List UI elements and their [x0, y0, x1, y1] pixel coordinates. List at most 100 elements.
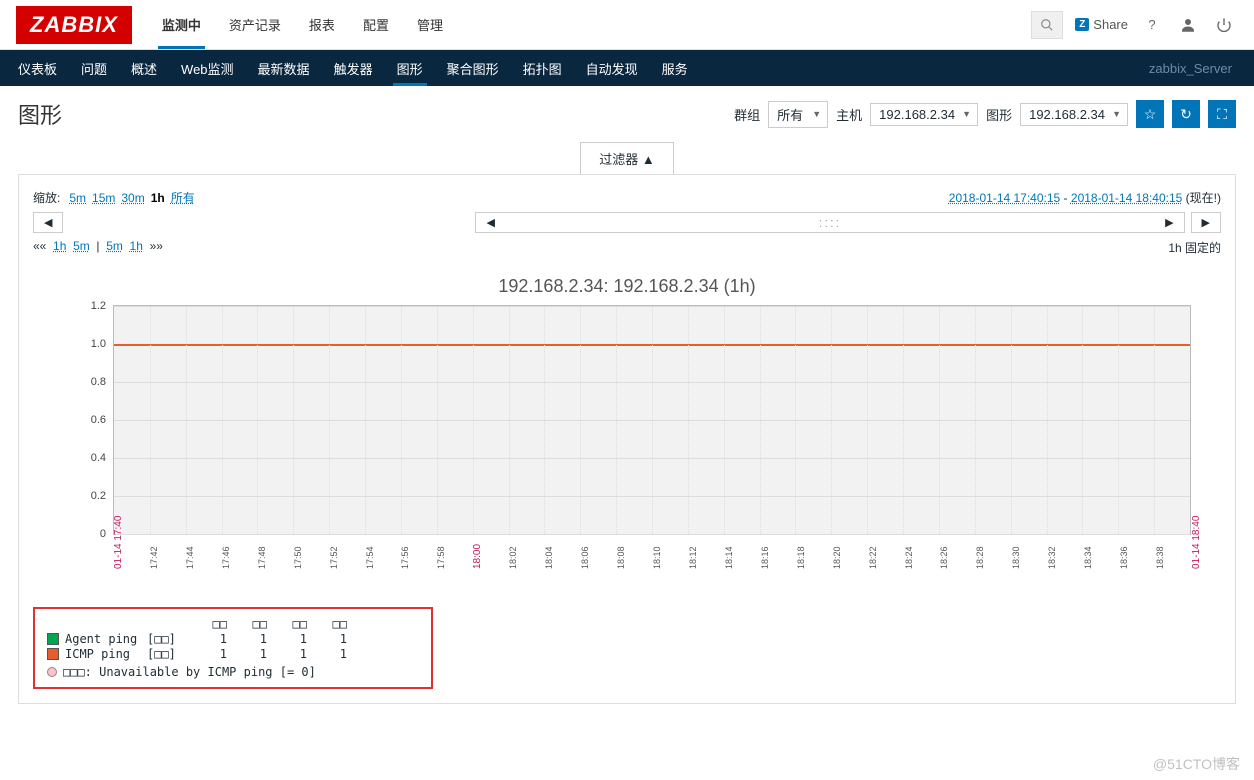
nav-next[interactable]: ▶: [1191, 212, 1221, 233]
group-label: 群组: [734, 105, 760, 124]
x-tick: 17:58: [436, 546, 446, 569]
help-icon[interactable]: ?: [1140, 13, 1164, 37]
x-tick: 18:28: [975, 546, 985, 569]
x-tick: 18:34: [1083, 546, 1093, 569]
sub-nav-4[interactable]: 最新数据: [246, 50, 322, 86]
x-tick: 18:22: [868, 546, 878, 569]
x-tick: 17:54: [365, 546, 375, 569]
x-tick: 18:30: [1011, 546, 1021, 569]
x-tick: 18:18: [796, 546, 806, 569]
slider-right[interactable]: ▶: [1155, 213, 1183, 232]
fullscreen-button[interactable]: ⛶: [1208, 100, 1236, 128]
zoom-1h[interactable]: 1h: [151, 191, 165, 205]
y-tick: 1.2: [91, 300, 114, 312]
legend-swatch: [47, 648, 59, 660]
x-boundary-end: 01-14 18:40: [1191, 516, 1202, 569]
nav-prev[interactable]: ◀: [33, 212, 63, 233]
main-nav-1[interactable]: 资产记录: [215, 0, 295, 49]
group-select[interactable]: 所有: [768, 101, 828, 128]
sub-nav-7[interactable]: 聚合图形: [435, 50, 511, 86]
y-tick: 0.4: [91, 452, 114, 464]
power-icon[interactable]: [1212, 13, 1236, 37]
legend-swatch: [47, 633, 59, 645]
sub-nav-2[interactable]: 概述: [119, 50, 169, 86]
step-back-1h[interactable]: 1h: [53, 239, 66, 253]
y-tick: 0.8: [91, 376, 114, 388]
chart-title: 192.168.2.34: 192.168.2.34 (1h): [33, 276, 1221, 297]
x-tick: 18:12: [688, 546, 698, 569]
fixed-label: 1h 固定的: [1168, 239, 1221, 256]
main-nav-4[interactable]: 管理: [403, 0, 457, 49]
zoom-5m[interactable]: 5m: [69, 191, 86, 205]
graph-select-label: 图形: [986, 105, 1012, 124]
step-fwd-1h[interactable]: 1h: [130, 239, 143, 253]
legend-row: ICMP ping[□□]1111: [47, 647, 419, 661]
x-tick: 17:44: [185, 546, 195, 569]
page-title: 图形: [18, 98, 62, 130]
sub-nav-10[interactable]: 服务: [650, 50, 700, 86]
x-tick: 17:46: [221, 546, 231, 569]
graph-select[interactable]: 192.168.2.34: [1020, 103, 1128, 126]
trigger-marker: [47, 667, 57, 677]
sub-nav-5[interactable]: 触发器: [322, 50, 385, 86]
zoom-所有[interactable]: 所有: [171, 191, 195, 205]
x-tick: 17:56: [400, 546, 410, 569]
host-label: 主机: [836, 105, 862, 124]
x-tick: 18:08: [616, 546, 626, 569]
server-label: zabbix_Server: [1149, 61, 1248, 76]
x-tick: 18:26: [939, 546, 949, 569]
y-tick: 1.0: [91, 338, 114, 350]
main-nav-0[interactable]: 监测中: [148, 0, 215, 49]
x-tick: 18:04: [544, 546, 554, 569]
sub-nav-6[interactable]: 图形: [385, 50, 435, 86]
y-tick: 0: [100, 528, 114, 540]
x-tick: 18:32: [1047, 546, 1057, 569]
x-tick: 18:20: [832, 546, 842, 569]
search-icon[interactable]: [1031, 11, 1063, 39]
filter-toggle[interactable]: 过滤器 ▲: [580, 142, 673, 174]
time-to[interactable]: 2018-01-14 18:40:15: [1071, 191, 1182, 205]
x-tick: 18:06: [580, 546, 590, 569]
sub-nav-1[interactable]: 问题: [69, 50, 119, 86]
logo[interactable]: ZABBIX: [16, 6, 132, 44]
zoom-30m[interactable]: 30m: [121, 191, 144, 205]
x-tick: 17:50: [293, 546, 303, 569]
x-tick: 18:02: [508, 546, 518, 569]
x-tick: 18:24: [904, 546, 914, 569]
refresh-button[interactable]: ↻: [1172, 100, 1200, 128]
x-tick: 17:52: [329, 546, 339, 569]
step-fwd-5m[interactable]: 5m: [106, 239, 123, 253]
x-tick: 18:38: [1155, 546, 1165, 569]
time-from[interactable]: 2018-01-14 17:40:15: [949, 191, 1060, 205]
x-tick: 17:48: [257, 546, 267, 569]
host-select[interactable]: 192.168.2.34: [870, 103, 978, 126]
favorite-button[interactable]: ☆: [1136, 100, 1164, 128]
legend-row: Agent ping[□□]1111: [47, 632, 419, 646]
time-range: 2018-01-14 17:40:15 - 2018-01-14 18:40:1…: [949, 189, 1221, 206]
zoom-15m[interactable]: 15m: [92, 191, 115, 205]
chart-legend: □□□□□□□□ Agent ping[□□]1111ICMP ping[□□]…: [33, 607, 433, 689]
y-tick: 0.2: [91, 490, 114, 502]
sub-nav-3[interactable]: Web监测: [169, 50, 246, 86]
share-button[interactable]: ZShare: [1075, 17, 1128, 32]
zoom-label: 缩放:: [33, 189, 60, 206]
x-tick: 18:00: [472, 544, 483, 569]
sub-nav-0[interactable]: 仪表板: [6, 50, 69, 86]
user-icon[interactable]: [1176, 13, 1200, 37]
trigger-text: □□□: Unavailable by ICMP ping [= 0]: [63, 665, 316, 679]
main-nav-2[interactable]: 报表: [295, 0, 349, 49]
step-back-5m[interactable]: 5m: [73, 239, 90, 253]
x-tick: 18:10: [652, 546, 662, 569]
x-tick: 18:16: [760, 546, 770, 569]
slider-left[interactable]: ◀: [476, 213, 504, 232]
sub-nav-8[interactable]: 拓扑图: [511, 50, 574, 86]
watermark: @51CTO博客: [1153, 754, 1240, 774]
x-tick: 18:36: [1119, 546, 1129, 569]
x-boundary-start: 01-14 17:40: [113, 516, 124, 569]
chart-plot: 00.20.40.60.81.01.2: [113, 305, 1191, 535]
main-nav-3[interactable]: 配置: [349, 0, 403, 49]
sub-nav-9[interactable]: 自动发现: [574, 50, 650, 86]
x-tick: 17:42: [149, 546, 159, 569]
y-tick: 0.6: [91, 414, 114, 426]
time-slider[interactable]: ◀ :::: ▶: [475, 212, 1184, 233]
